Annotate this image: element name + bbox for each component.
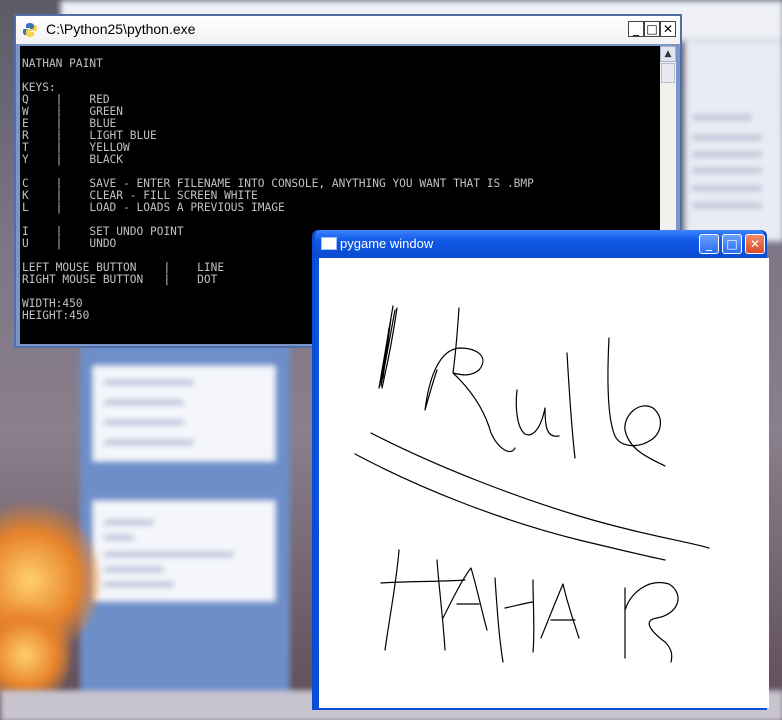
drawn-stroke <box>566 352 576 459</box>
pygame-maximize-button[interactable]: □ <box>722 234 742 254</box>
console-minimize-button[interactable]: _ <box>628 21 644 37</box>
paint-canvas[interactable] <box>319 258 769 708</box>
minimize-icon: _ <box>706 237 712 251</box>
console-close-button[interactable]: ✕ <box>660 21 676 37</box>
drawn-stroke <box>624 582 679 663</box>
arrow-up-icon: ▲ <box>664 49 672 59</box>
pygame-titlebar[interactable]: pygame window _ □ ✕ <box>315 230 765 258</box>
pygame-minimize-button[interactable]: _ <box>699 234 719 254</box>
drawn-stroke <box>494 577 535 663</box>
drawn-stroke <box>378 305 398 389</box>
drawn-stroke <box>370 432 710 549</box>
background-window-right <box>684 40 782 242</box>
console-title: C:\Python25\python.exe <box>46 21 196 37</box>
close-icon: ✕ <box>662 22 674 36</box>
console-maximize-button[interactable]: □ <box>644 21 660 37</box>
maximize-icon: □ <box>726 237 738 251</box>
drawn-stroke <box>515 389 560 437</box>
minimize-icon: _ <box>633 22 639 36</box>
close-icon: ✕ <box>749 237 761 251</box>
maximize-icon: □ <box>646 22 658 36</box>
console-titlebar[interactable]: C:\Python25\python.exe _ □ ✕ <box>16 16 680 44</box>
drawn-stroke <box>424 307 516 453</box>
paint-drawing <box>354 305 710 663</box>
drawn-stroke <box>540 583 580 639</box>
drawn-stroke <box>442 567 488 631</box>
pygame-title: pygame window <box>340 236 434 251</box>
drawn-stroke <box>607 337 666 467</box>
python-icon <box>23 23 37 37</box>
drawn-stroke <box>354 453 666 561</box>
pygame-window[interactable]: pygame window _ □ ✕ <box>312 230 769 710</box>
window-icon <box>321 237 337 250</box>
scroll-thumb[interactable] <box>661 63 675 83</box>
pygame-close-button[interactable]: ✕ <box>745 234 765 254</box>
scroll-up-button[interactable]: ▲ <box>660 46 676 62</box>
